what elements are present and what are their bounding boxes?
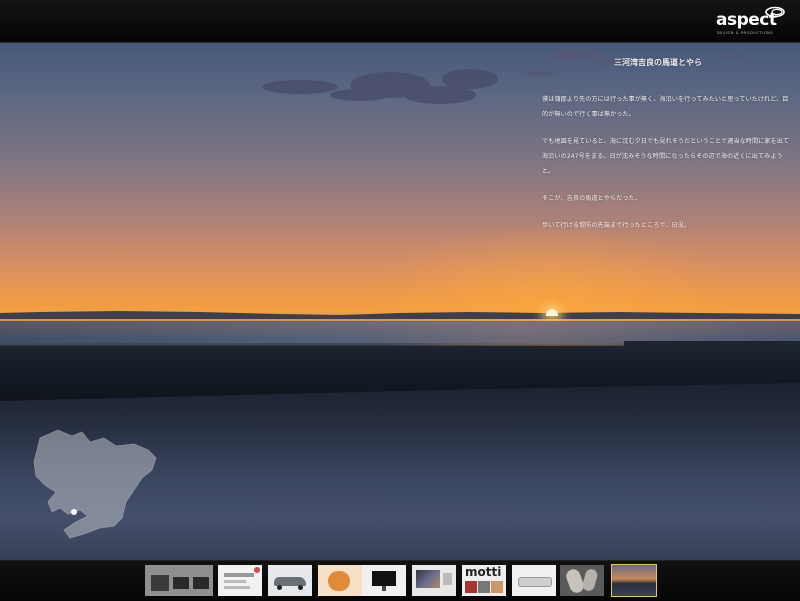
article-text: 三河湾吉良の馬道とやら 僕は蒲郡より先の方には行った事が無く、海沿いを行ってみた… xyxy=(542,57,790,245)
breakwater xyxy=(0,341,800,401)
thumb-7-motti[interactable]: motti xyxy=(462,565,506,596)
article-paragraph: 僕は蒲郡より先の方には行った事が無く、海沿いを行ってみたいと思っていたけれど、目… xyxy=(542,96,789,118)
thumbnail-strip: motti xyxy=(0,560,800,601)
top-bar: aspect DESIGN & PRODUCTIONS xyxy=(0,0,800,43)
thumb-2-document[interactable] xyxy=(218,565,262,596)
thumb-1-devices[interactable] xyxy=(145,565,213,596)
article-paragraph: そこが、吉良の馬道とやらだった。 xyxy=(542,195,641,202)
sea-reflection xyxy=(0,321,800,343)
article-paragraph: 歩いて行ける堤防の先端まで行ったところで、日没。 xyxy=(542,222,691,229)
thumb-5-monitor[interactable] xyxy=(362,565,406,596)
thumb-9-hands[interactable] xyxy=(560,565,604,596)
thumb-10-sunset[interactable] xyxy=(611,564,657,597)
thumb-4-food[interactable] xyxy=(318,565,362,596)
thumb-6-screen[interactable] xyxy=(412,565,456,596)
logo-text: aspect xyxy=(716,10,777,30)
sunset-photo: 三河湾吉良の馬道とやら 僕は蒲郡より先の方には行った事が無く、海沿いを行ってみた… xyxy=(0,43,800,560)
horizon-land xyxy=(0,311,800,319)
setting-sun xyxy=(546,309,558,316)
thumb-3-car[interactable] xyxy=(268,565,312,596)
thumb-8-device[interactable] xyxy=(512,565,556,596)
article-paragraph: でも地図を見ていると、海に沈む夕日でも見れそうだということで適当な時間に家を出て… xyxy=(542,138,790,175)
article-title: 三河湾吉良の馬道とやら xyxy=(614,58,702,67)
motti-label: motti xyxy=(465,565,502,579)
aspect-logo[interactable]: aspect DESIGN & PRODUCTIONS xyxy=(716,6,788,36)
aichi-map-icon[interactable] xyxy=(30,428,160,540)
logo-subtitle: DESIGN & PRODUCTIONS xyxy=(717,31,774,35)
